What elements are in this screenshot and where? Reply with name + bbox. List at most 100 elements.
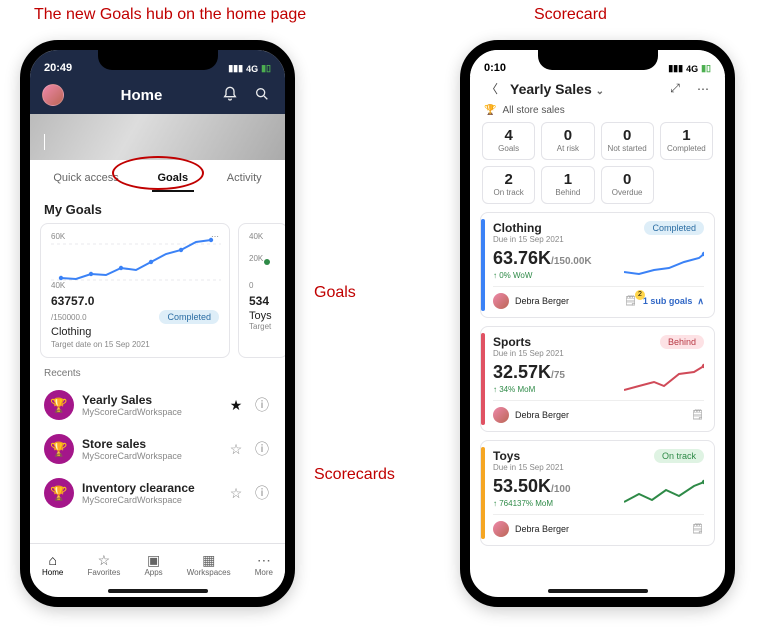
status-stripe (481, 447, 485, 539)
nav-more[interactable]: ⋯More (255, 553, 273, 577)
recent-item[interactable]: 🏆Inventory clearanceMyScoreCardWorkspace… (38, 471, 277, 515)
recent-workspace: MyScoreCardWorkspace (82, 407, 219, 417)
nav-favorites[interactable]: ☆Favorites (87, 553, 120, 577)
notch (538, 48, 658, 70)
nav-workspaces[interactable]: ▦Workspaces (187, 553, 231, 577)
scorecard-list: ClothingDue in 15 Sep 2021Completed63.76… (470, 212, 725, 546)
scorecard-card[interactable]: SportsDue in 15 Sep 2021Behind32.57K/75↑… (480, 326, 715, 432)
status-badge: Completed (159, 310, 219, 324)
recent-text: Store salesMyScoreCardWorkspace (82, 437, 219, 461)
goal-name: Toys (249, 310, 277, 322)
recent-item[interactable]: 🏆 Store salesMyScoreCardWorkspace ☆ ⓘ (38, 427, 277, 471)
status-time: 20:49 (44, 62, 72, 74)
owner-avatar (493, 293, 509, 309)
card-sparkline (624, 476, 704, 508)
goal-target-date: Target date on 15 Sep 2021 (51, 340, 219, 349)
summary-tile[interactable]: 1Behind (541, 166, 594, 204)
status-badge: Behind (660, 335, 704, 349)
scorecard-title[interactable]: Yearly Sales ⌄ (510, 81, 657, 97)
status-badge: Completed (644, 221, 704, 235)
info-icon[interactable]: ⓘ (253, 439, 271, 459)
network-label: 4G (246, 64, 258, 74)
summary-tile[interactable]: 0Not started (601, 122, 654, 160)
favorite-icon[interactable]: ☆ (227, 441, 245, 458)
goal-denominator: /150000.0 (51, 313, 87, 322)
scorecard-header: 〈 Yearly Sales ⌄ ⤢ ⋯ (470, 76, 725, 105)
avatar[interactable] (42, 84, 64, 106)
summary-tile[interactable]: 4Goals (482, 122, 535, 160)
tile-label: Goals (485, 144, 532, 153)
card-metric: ↑ 764137% MoM (493, 499, 571, 508)
expand-icon[interactable]: ⤢ (665, 81, 685, 96)
summary-tile[interactable]: 0Overdue (601, 166, 654, 204)
filter-label: All store sales (502, 105, 564, 116)
summary-tile[interactable]: 1Completed (660, 122, 713, 160)
trophy-icon: 🏆 (44, 434, 74, 464)
summary-tile[interactable]: 2On track (482, 166, 535, 204)
goal-card-clothing[interactable]: 60K⋯ 40K 63757.0 /150000.0 Completed Clo… (40, 223, 230, 358)
subgoals-link[interactable]: 1 sub goals ∧ (643, 296, 704, 307)
card-sparkline (624, 362, 704, 394)
tab-goals[interactable]: Goals (152, 168, 195, 192)
filter-row[interactable]: 🏆 All store sales (470, 105, 725, 122)
app-header: Home (30, 76, 285, 114)
nav-label: Workspaces (187, 568, 231, 577)
card-name: Toys (493, 449, 564, 463)
more-icon: ⋯ (257, 553, 271, 567)
favorite-icon[interactable]: ★ (227, 397, 245, 414)
home-indicator (548, 589, 648, 593)
tab-quick-access[interactable]: Quick access (47, 168, 124, 192)
recents-list: 🏆Yearly SalesMyScoreCardWorkspace★ⓘ🏆Stor… (30, 383, 285, 515)
card-sparkline (624, 248, 704, 280)
goal-cards-row[interactable]: 60K⋯ 40K 63757.0 /150000.0 Completed Clo… (30, 223, 285, 358)
recent-name: Yearly Sales (82, 393, 219, 407)
tab-activity[interactable]: Activity (221, 168, 268, 192)
nav-home[interactable]: ⌂Home (42, 553, 63, 577)
trophy-icon: 🏆 (484, 105, 496, 116)
recent-text: Inventory clearanceMyScoreCardWorkspace (82, 481, 219, 505)
more-icon[interactable]: ⋯ (693, 82, 713, 96)
owner-avatar (493, 407, 509, 423)
owner-avatar (493, 521, 509, 537)
card-metric: ↑ 0% WoW (493, 271, 592, 280)
card-denominator: /100 (551, 484, 570, 495)
nav-label: Favorites (87, 568, 120, 577)
note-icon[interactable]: 🗒 (691, 410, 704, 421)
note-icon[interactable]: 🗒 (691, 524, 704, 535)
favorite-icon[interactable]: ☆ (227, 485, 245, 502)
note-icon[interactable]: 🗒 (624, 296, 637, 307)
card-metric: ↑ 34% MoM (493, 385, 565, 394)
nav-apps[interactable]: ▣Apps (144, 553, 162, 577)
notifications-icon[interactable] (219, 86, 241, 105)
home-icon: ⌂ (48, 553, 56, 567)
status-right: ▮▮▮ 4G ▮▯ (228, 63, 271, 74)
goal-sparkline: 40K 20K 0 (249, 232, 277, 290)
scorecard-card[interactable]: ToysDue in 15 Sep 2021On track53.50K/100… (480, 440, 715, 546)
info-icon[interactable]: ⓘ (253, 483, 271, 503)
back-icon[interactable]: 〈 (482, 80, 502, 97)
summary-tile[interactable]: 0At risk (541, 122, 594, 160)
tile-label: Behind (544, 188, 591, 197)
info-icon[interactable]: ⓘ (253, 395, 271, 415)
phone-home: 20:49 ▮▮▮ 4G ▮▯ Home Quick access Goals … (20, 40, 295, 607)
tile-label: Overdue (604, 188, 651, 197)
workspaces-icon: ▦ (202, 553, 215, 567)
star-icon: ☆ (98, 553, 111, 567)
goal-value: 534 (249, 294, 277, 308)
hero-banner (30, 114, 285, 160)
tile-value: 0 (604, 171, 651, 188)
bottom-nav: ⌂Home ☆Favorites ▣Apps ▦Workspaces ⋯More (30, 543, 285, 585)
phone-scorecard: 0:10 ▮▮▮ 4G ▮▯ 〈 Yearly Sales ⌄ ⤢ ⋯ 🏆 Al… (460, 40, 735, 607)
scorecard-card[interactable]: ClothingDue in 15 Sep 2021Completed63.76… (480, 212, 715, 318)
caption-scorecards: Scorecards (314, 466, 395, 484)
owner-name: Debra Berger (515, 524, 685, 534)
battery-icon: ▮▯ (701, 63, 711, 74)
nav-label: Home (42, 568, 63, 577)
card-value: 63.76K (493, 248, 551, 268)
goal-name: Clothing (51, 326, 219, 338)
goal-card-toys[interactable]: 40K 20K 0 534 Toys Target (238, 223, 285, 358)
search-icon[interactable] (251, 86, 273, 105)
tile-value: 0 (604, 127, 651, 144)
recent-item[interactable]: 🏆Yearly SalesMyScoreCardWorkspace★ⓘ (38, 383, 277, 427)
recents-heading: Recents (30, 358, 285, 383)
